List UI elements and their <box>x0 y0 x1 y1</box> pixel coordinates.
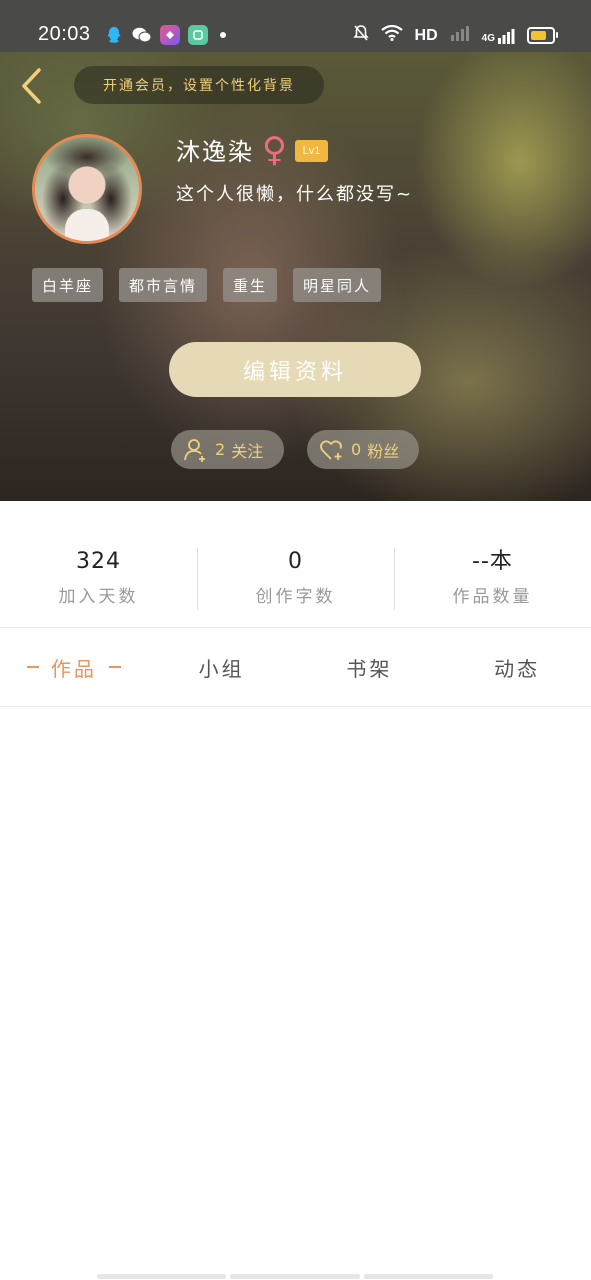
bio-text: 这个人很懒，什么都没写~ <box>176 184 414 205</box>
works-list <box>0 707 591 1267</box>
active-indicator <box>26 666 39 668</box>
stat-value: --本 <box>472 549 513 574</box>
tab-label: 小组 <box>198 656 245 681</box>
profile-header: 开通会员，设置个性化背景 沐逸染 ♀ Lv1 这个人很懒，什么都没写~ 白羊座 … <box>0 52 591 501</box>
stat-join-days: 324 加入天数 <box>0 548 197 610</box>
tab-label: 动态 <box>494 656 541 681</box>
user-add-icon <box>183 437 209 463</box>
stat-label: 作品数量 <box>452 587 533 607</box>
tag-item[interactable]: 重生 <box>223 268 278 302</box>
app-icon <box>160 25 180 45</box>
signal-icon <box>450 25 470 46</box>
profile-tabs: 作品 小组 书架 动态 <box>0 628 591 706</box>
cellular-icon: 4G <box>482 28 515 44</box>
avatar-figure <box>65 209 109 241</box>
fans-label: 粉丝 <box>367 441 400 461</box>
battery-icon <box>527 27 558 44</box>
female-icon: ♀ <box>262 130 287 170</box>
heart-add-icon <box>319 437 345 463</box>
avatar[interactable] <box>32 134 142 244</box>
vip-background-prompt[interactable]: 开通会员，设置个性化背景 <box>74 66 324 104</box>
stat-label: 加入天数 <box>58 587 139 607</box>
tab-label: 作品 <box>50 656 97 681</box>
tag-item[interactable]: 都市言情 <box>119 268 208 302</box>
stats-row: 324 加入天数 0 创作字数 --本 作品数量 <box>0 548 591 610</box>
tab-activity[interactable]: 动态 <box>443 628 591 706</box>
stat-value: 0 <box>288 549 303 574</box>
tab-works[interactable]: 作品 <box>0 628 148 706</box>
following-count: 2 <box>215 440 226 459</box>
system-icons: HD 4G <box>352 24 558 47</box>
tab-label: 书架 <box>346 656 393 681</box>
active-indicator <box>108 666 121 668</box>
fans-button[interactable]: 0 粉丝 <box>307 430 419 469</box>
notification-icons <box>104 25 226 45</box>
stat-works-count: --本 作品数量 <box>394 548 591 610</box>
mute-icon <box>352 24 369 47</box>
level-badge: Lv1 <box>295 140 328 162</box>
wifi-icon <box>380 24 403 46</box>
status-time: 20:03 <box>38 23 91 45</box>
gesture-bar[interactable] <box>97 1274 493 1279</box>
wechat-icon <box>132 25 152 45</box>
edit-profile-button[interactable]: 编辑资料 <box>169 342 421 397</box>
stat-value: 324 <box>76 549 121 574</box>
following-label: 关注 <box>231 441 264 461</box>
qq-icon <box>104 25 124 45</box>
tag-item[interactable]: 明星同人 <box>293 268 382 302</box>
tab-bookshelf[interactable]: 书架 <box>296 628 444 706</box>
tag-item[interactable]: 白羊座 <box>32 268 104 302</box>
tag-list: 白羊座 都市言情 重生 明星同人 <box>32 268 382 302</box>
stat-label: 创作字数 <box>255 587 336 607</box>
nickname: 沐逸染 <box>176 138 254 166</box>
more-notifications-dot <box>220 32 226 38</box>
chevron-left-icon <box>22 68 41 104</box>
network-hd-label: HD <box>414 26 438 44</box>
fans-count: 0 <box>351 440 362 459</box>
app-icon <box>188 25 208 45</box>
following-button[interactable]: 2 关注 <box>171 430 284 469</box>
back-button[interactable] <box>14 66 48 106</box>
tab-groups[interactable]: 小组 <box>148 628 296 706</box>
status-bar: 20:03 HD 4G <box>0 0 591 52</box>
stat-word-count: 0 创作字数 <box>197 548 394 610</box>
